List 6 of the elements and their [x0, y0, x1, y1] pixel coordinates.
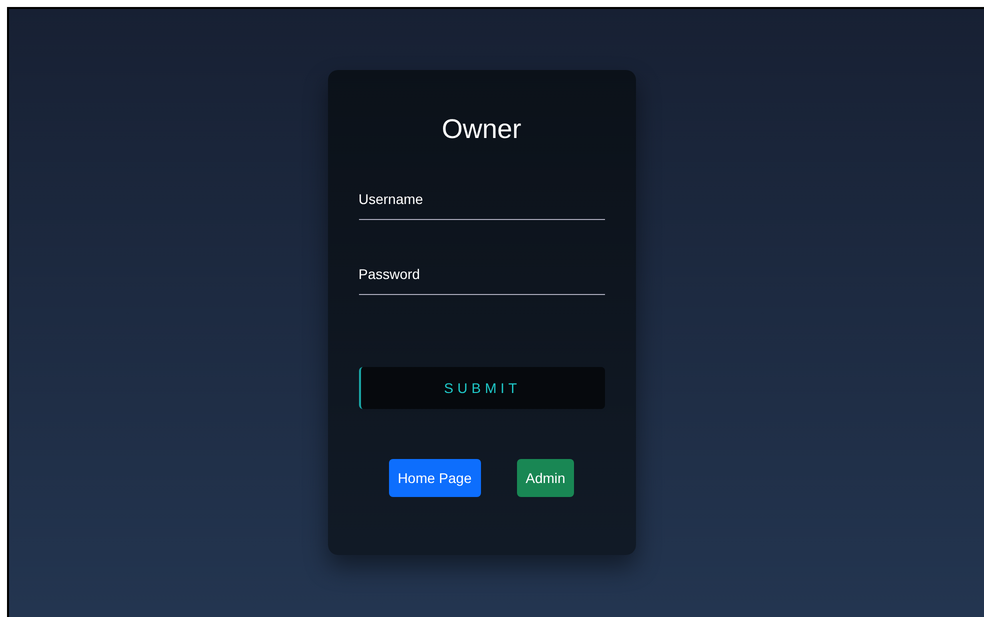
password-field[interactable]: Password [358, 260, 604, 295]
submit-button[interactable]: SUBMIT [358, 367, 604, 409]
admin-button[interactable]: Admin [516, 459, 574, 497]
card-title: Owner [440, 114, 522, 145]
home-button[interactable]: Home Page [388, 459, 481, 497]
username-field[interactable]: Username [358, 185, 604, 220]
